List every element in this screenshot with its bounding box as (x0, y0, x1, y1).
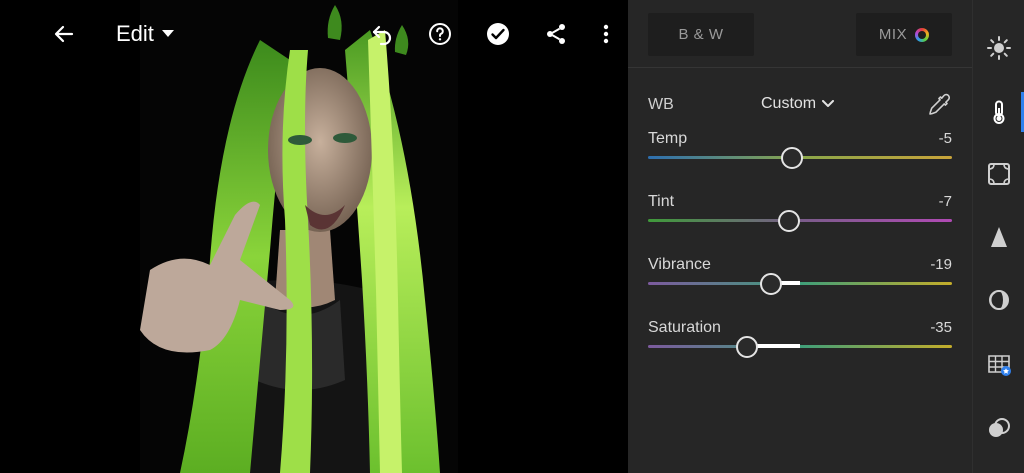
chevron-down-icon (822, 100, 835, 107)
presets-icon (989, 418, 1010, 437)
slider-thumb[interactable] (778, 210, 801, 232)
slider-track[interactable] (648, 345, 952, 348)
slider-label: Saturation (648, 319, 721, 336)
apply-button[interactable] (480, 16, 516, 52)
tool-detail[interactable] (973, 213, 1024, 261)
share-button[interactable] (538, 16, 574, 52)
more-vertical-icon (603, 24, 609, 44)
tool-geometry[interactable] (973, 340, 1024, 388)
slider-thumb[interactable] (735, 336, 758, 358)
slider-label: Tint (648, 193, 675, 210)
top-toolbar: Edit (0, 0, 628, 68)
slider-value[interactable]: -19 (930, 256, 952, 273)
slider-value[interactable]: -7 (939, 193, 952, 210)
white-balance-row: WB Custom (648, 92, 952, 118)
slider-label: Temp (648, 130, 688, 147)
back-button[interactable] (46, 16, 82, 52)
undo-icon (372, 25, 392, 46)
edit-mode-label: Edit (116, 21, 154, 46)
tool-optics[interactable] (973, 276, 1024, 324)
eyedropper-icon (929, 93, 951, 115)
slider-thumb[interactable] (781, 147, 804, 169)
slider-value[interactable]: -5 (939, 130, 952, 147)
slider-tint: Tint -7 (648, 193, 952, 245)
edit-mode-dropdown[interactable]: Edit (116, 20, 174, 48)
mix-button[interactable]: MIX (856, 13, 952, 56)
tool-presets[interactable] (973, 404, 1024, 452)
slider-saturation: Saturation -35 (648, 319, 952, 371)
color-panel: B & W MIX WB Custom Temp -5 Tint -7 Vibrance… (628, 0, 972, 473)
light-icon (987, 36, 1011, 60)
wb-preset-dropdown[interactable]: Custom (761, 95, 835, 113)
slider-temp: Temp -5 (648, 130, 952, 182)
undo-button[interactable] (364, 16, 400, 52)
slider-vibrance: Vibrance -19 (648, 256, 952, 308)
optics-icon (989, 290, 1009, 310)
tool-effects[interactable] (973, 150, 1024, 198)
share-icon (547, 24, 565, 44)
color-wheel-icon (915, 27, 930, 42)
mix-label: MIX (878, 26, 908, 43)
effects-icon (988, 163, 1010, 185)
slider-thumb[interactable] (760, 273, 783, 295)
wb-preset-value: Custom (761, 95, 817, 112)
panel-header: B & W MIX (628, 0, 972, 68)
caret-down-icon (161, 30, 174, 37)
photo-preview[interactable] (140, 0, 458, 473)
tool-color[interactable] (973, 88, 1024, 136)
bw-button[interactable]: B & W (648, 13, 754, 56)
eyedropper-button[interactable] (926, 92, 952, 118)
geometry-icon (988, 355, 1011, 376)
slider-label: Vibrance (648, 256, 711, 273)
help-icon (429, 23, 451, 45)
detail-icon (991, 227, 1007, 247)
check-icon (487, 23, 509, 45)
slider-track[interactable] (648, 282, 952, 285)
arrow-left-icon (54, 25, 74, 43)
tool-rail (972, 0, 1024, 473)
photo-area: Edit (0, 0, 628, 473)
tool-light[interactable] (973, 24, 1024, 72)
slider-value[interactable]: -35 (930, 319, 952, 336)
wb-label: WB (648, 96, 674, 113)
more-button[interactable] (588, 16, 624, 52)
bw-label: B & W (678, 26, 724, 43)
color-icon (993, 100, 1005, 124)
help-button[interactable] (422, 16, 458, 52)
